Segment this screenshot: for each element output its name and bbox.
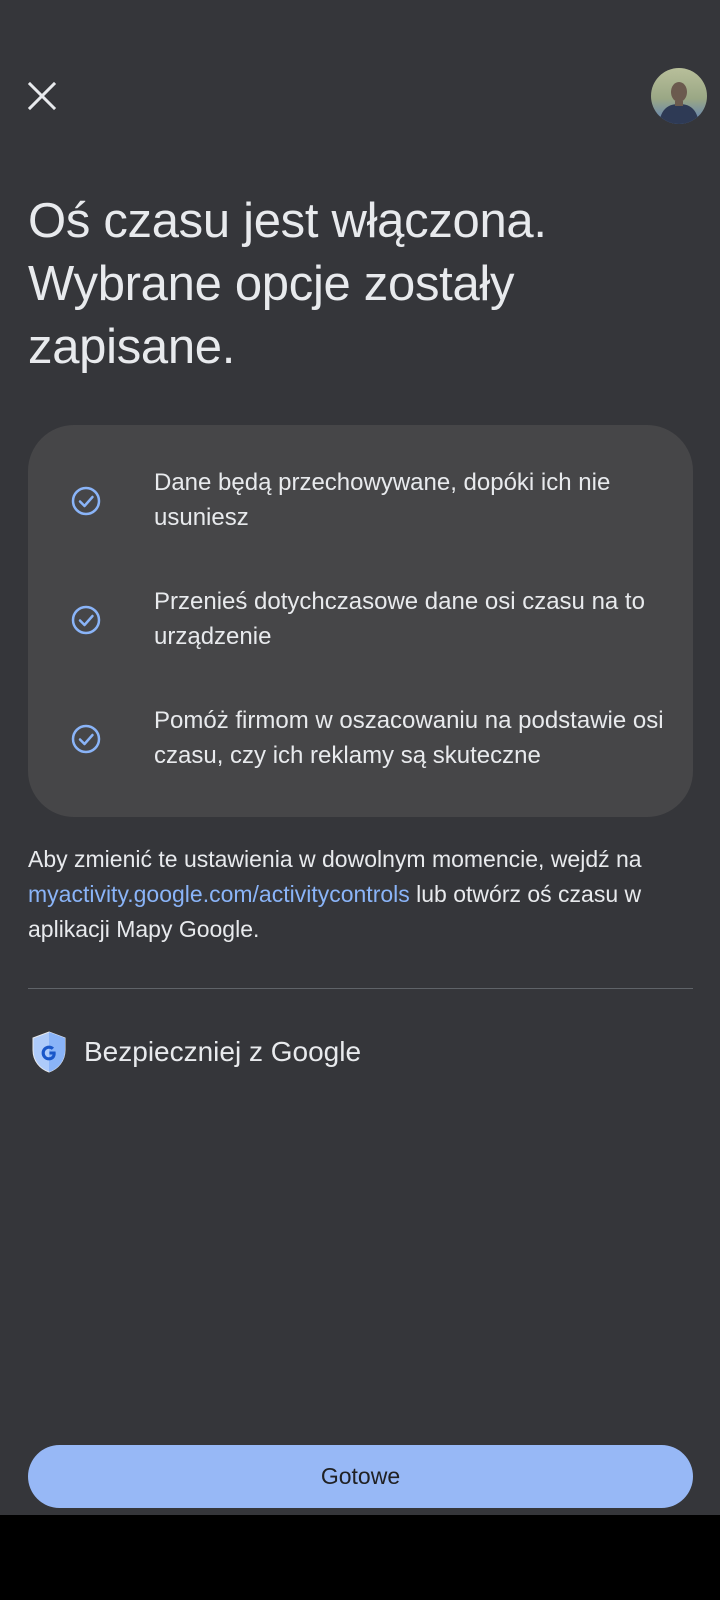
close-button[interactable] xyxy=(18,72,66,120)
divider xyxy=(28,988,693,989)
list-item: Dane będą przechowywane, dopóki ich nie … xyxy=(70,465,660,537)
settings-info-text: Aby zmienić te ustawienia w dowolnym mom… xyxy=(28,842,698,947)
list-item-label: Pomóż firmom w oszacowaniu na podstawie … xyxy=(154,707,664,769)
page-title: Oś czasu jest włączona. Wybrane opcje zo… xyxy=(28,190,688,379)
avatar-image xyxy=(651,68,707,124)
done-button[interactable]: Gotowe xyxy=(28,1445,693,1508)
list-item: Przenieś dotychczasowe dane osi czasu na… xyxy=(70,584,660,656)
list-item-label: Dane będą przechowywane, dopóki ich nie … xyxy=(154,469,611,531)
title-line-3: zapisane. xyxy=(28,320,236,374)
list-item: Pomóż firmom w oszacowaniu na podstawie … xyxy=(70,703,664,775)
safer-label: Bezpieczniej z Google xyxy=(84,1036,362,1067)
safer-with-google: Bezpieczniej z Google xyxy=(30,1030,361,1074)
check-circle-icon xyxy=(71,724,101,754)
activity-controls-link[interactable]: myactivity.google.com/activitycontrols xyxy=(28,881,410,907)
close-icon xyxy=(27,81,57,111)
title-line-1: Oś czasu jest włączona. xyxy=(28,194,547,248)
check-circle-icon xyxy=(71,486,101,516)
settings-summary-card: Dane będą przechowywane, dopóki ich nie … xyxy=(28,425,693,817)
google-shield-icon xyxy=(32,1031,66,1073)
list-item-label: Przenieś dotychczasowe dane osi czasu na… xyxy=(154,588,645,650)
title-line-2: Wybrane opcje zostały xyxy=(28,257,515,311)
info-prefix: Aby zmienić te ustawienia w dowolnym mom… xyxy=(28,846,642,872)
check-circle-icon xyxy=(71,605,101,635)
account-avatar[interactable] xyxy=(651,68,707,124)
system-navigation-bar xyxy=(0,1515,720,1600)
